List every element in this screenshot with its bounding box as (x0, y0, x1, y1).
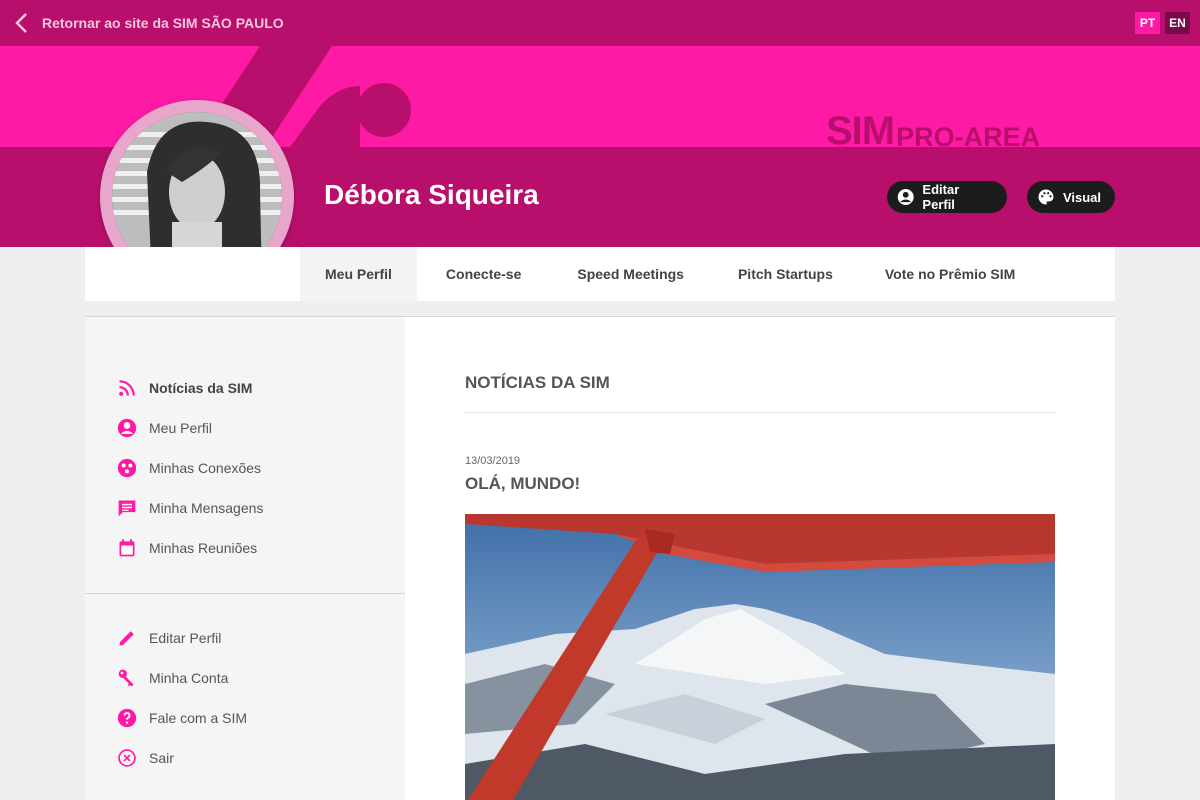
account-circle-icon (117, 418, 137, 438)
sidebar-item-label: Notícias da SIM (149, 380, 253, 396)
sidebar-item-label: Meu Perfil (149, 420, 213, 436)
brand-name: SIM (826, 109, 895, 153)
profile-name: Débora Siqueira (324, 179, 539, 210)
sidebar-item-label: Editar Perfil (149, 630, 222, 646)
brand-logo: SIM PRO-AREA (826, 108, 1041, 153)
chevron-left-icon (15, 13, 27, 33)
sidebar-item-meu-perfil[interactable]: Meu Perfil (117, 408, 263, 448)
section-divider (465, 412, 1055, 413)
sidebar-item-minha-conta[interactable]: Minha Conta (117, 658, 247, 698)
back-link[interactable]: Retornar ao site da SIM SÃO PAULO (14, 12, 284, 34)
post-image[interactable] (465, 514, 1055, 800)
sidebar-item-label: Minhas Conexões (149, 460, 262, 476)
tab-pitch-startups[interactable]: Pitch Startups (711, 247, 860, 301)
calendar-icon (117, 538, 137, 558)
sidebar-secondary-menu: Editar Perfil Minha Conta Fale com a SIM… (117, 618, 247, 778)
connections-icon (117, 458, 137, 478)
visual-label: Visual (1062, 189, 1101, 205)
sidebar-item-label: Minha Mensagens (149, 500, 264, 516)
sidebar-item-reunioes[interactable]: Minhas Reuniões (117, 528, 263, 568)
tab-meu-perfil[interactable]: Meu Perfil (300, 247, 417, 301)
sidebar-item-conexoes[interactable]: Minhas Conexões (117, 448, 263, 488)
edit-profile-button[interactable]: Editar Perfil (887, 181, 1007, 213)
help-icon (117, 708, 137, 728)
pencil-icon (117, 628, 137, 648)
post-photo (465, 514, 1055, 800)
sidebar-item-editar-perfil[interactable]: Editar Perfil (117, 618, 247, 658)
sidebar-item-noticias[interactable]: Notícias da SIM (117, 368, 263, 408)
sidebar-item-label: Sair (149, 750, 174, 766)
sidebar-item-label: Minha Conta (149, 670, 229, 686)
account-circle-icon (897, 189, 914, 205)
sidebar: Notícias da SIM Meu Perfil Minhas Conexõ… (85, 317, 405, 800)
back-link-label: Retornar ao site da SIM SÃO PAULO (42, 15, 284, 31)
message-icon (117, 498, 137, 518)
language-switcher: PT EN (1135, 12, 1190, 34)
sidebar-item-label: Fale com a SIM (149, 710, 248, 726)
profile-tab-bar: Meu Perfil Conecte-se Speed Meetings Pit… (85, 247, 1115, 301)
sidebar-item-fale-com-a-sim[interactable]: Fale com a SIM (117, 698, 247, 738)
tab-vote-premio-sim[interactable]: Vote no Prêmio SIM (860, 247, 1040, 301)
brand-suffix: PRO-AREA (896, 122, 1041, 152)
sidebar-divider (85, 593, 405, 594)
section-title: NOTÍCIAS DA SIM (465, 373, 610, 392)
rss-icon (117, 378, 137, 398)
sidebar-item-sair[interactable]: Sair (117, 738, 247, 778)
close-circle-icon (117, 748, 137, 768)
language-en-button[interactable]: EN (1165, 12, 1190, 34)
tab-conecte-se[interactable]: Conecte-se (417, 247, 550, 301)
palette-icon (1038, 189, 1054, 205)
edit-profile-label: Editar Perfil (922, 182, 960, 212)
language-pt-button[interactable]: PT (1135, 12, 1160, 34)
top-bar: Retornar ao site da SIM SÃO PAULO PT EN (0, 0, 1200, 46)
content-panel: Notícias da SIM Meu Perfil Minhas Conexõ… (85, 316, 1115, 800)
sidebar-item-mensagens[interactable]: Minha Mensagens (117, 488, 263, 528)
key-icon (117, 668, 137, 688)
sidebar-primary-menu: Notícias da SIM Meu Perfil Minhas Conexõ… (117, 368, 263, 568)
visual-button[interactable]: Visual (1027, 181, 1115, 213)
sidebar-item-label: Minhas Reuniões (149, 540, 258, 556)
post-title[interactable]: OLÁ, MUNDO! (465, 474, 580, 494)
tab-speed-meetings[interactable]: Speed Meetings (550, 247, 711, 301)
post-date: 13/03/2019 (465, 455, 521, 467)
